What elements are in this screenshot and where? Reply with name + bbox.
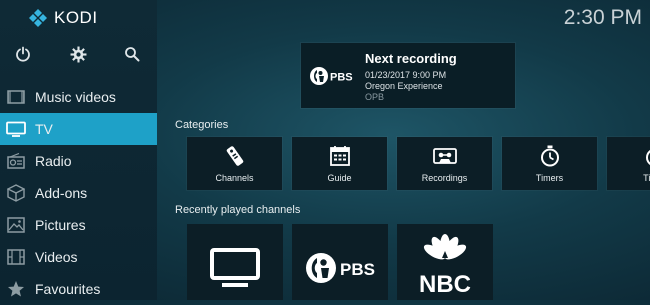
sidebar: KODI Music videos bbox=[0, 0, 157, 300]
category-label: Guide bbox=[292, 173, 387, 183]
music-video-icon bbox=[6, 87, 26, 107]
category-label: Timers bbox=[502, 173, 597, 183]
sidebar-item-music-videos[interactable]: Music videos bbox=[0, 81, 157, 113]
timer-icon bbox=[502, 145, 597, 167]
pictures-icon bbox=[6, 215, 26, 235]
next-recording-widget[interactable]: PBS Next recording 01/23/2017 9:00 PM Or… bbox=[301, 43, 515, 108]
search-icon[interactable] bbox=[120, 42, 144, 66]
sidebar-item-label: Radio bbox=[35, 153, 72, 169]
sidebar-item-label: Music videos bbox=[35, 89, 116, 105]
pbs-logo: PBS bbox=[309, 65, 357, 92]
category-tile-recordings[interactable]: Recordings bbox=[397, 137, 492, 190]
tv-icon bbox=[210, 248, 260, 288]
radio-icon bbox=[6, 151, 26, 171]
sidebar-item-favourites[interactable]: Favourites bbox=[0, 273, 157, 305]
sidebar-item-addons[interactable]: Add-ons bbox=[0, 177, 157, 209]
category-label: Channels bbox=[187, 173, 282, 183]
category-tile-guide[interactable]: Guide bbox=[292, 137, 387, 190]
sidebar-item-videos[interactable]: Videos bbox=[0, 241, 157, 273]
sidebar-item-label: TV bbox=[35, 121, 53, 137]
film-icon bbox=[6, 247, 26, 267]
category-tile-channels[interactable]: Channels bbox=[187, 137, 282, 190]
nbc-logo-text: NBC bbox=[419, 271, 471, 298]
categories-heading: Categories bbox=[175, 119, 228, 131]
pbs-logo-text: PBS bbox=[340, 260, 375, 279]
channel-tile-tv[interactable] bbox=[187, 224, 283, 300]
sidebar-item-pictures[interactable]: Pictures bbox=[0, 209, 157, 241]
sidebar-item-radio[interactable]: Radio bbox=[0, 145, 157, 177]
channel-tile-pbs[interactable]: PBS bbox=[292, 224, 388, 300]
recording-channel: OPB bbox=[365, 92, 384, 102]
category-tile-timers[interactable]: Timers bbox=[502, 137, 597, 190]
sidebar-item-tv[interactable]: TV bbox=[0, 113, 157, 145]
category-label: Recordings bbox=[397, 173, 492, 183]
channel-tile-nbc[interactable]: NBC bbox=[397, 224, 493, 300]
timer-icon bbox=[607, 145, 650, 167]
category-tile-timer-rules[interactable]: Timer bbox=[607, 137, 650, 190]
top-icon-bar bbox=[0, 42, 157, 66]
pbs-logo-text: PBS bbox=[330, 72, 353, 84]
category-label: Timer bbox=[607, 173, 650, 183]
pbs-logo: PBS bbox=[304, 248, 376, 288]
recording-program: Oregon Experience bbox=[365, 81, 443, 91]
power-icon[interactable] bbox=[11, 42, 35, 66]
brand-name: KODI bbox=[54, 8, 98, 28]
sidebar-item-label: Pictures bbox=[35, 217, 86, 233]
next-recording-title: Next recording bbox=[365, 51, 457, 66]
remote-icon bbox=[187, 145, 282, 167]
nbc-peacock-logo: NBC bbox=[405, 232, 485, 298]
guide-icon bbox=[292, 145, 387, 167]
sidebar-item-label: Videos bbox=[35, 249, 78, 265]
kodi-logo-icon bbox=[28, 8, 48, 28]
star-icon bbox=[6, 279, 26, 299]
recent-channels-heading: Recently played channels bbox=[175, 204, 300, 216]
recording-datetime: 01/23/2017 9:00 PM bbox=[365, 70, 446, 80]
kodi-logo[interactable]: KODI bbox=[28, 8, 98, 28]
addons-box-icon bbox=[6, 183, 26, 203]
sidebar-item-label: Add-ons bbox=[35, 185, 87, 201]
clock: 2:30 PM bbox=[564, 6, 642, 30]
sidebar-item-label: Favourites bbox=[35, 281, 100, 297]
main-menu: Music videos TV Radio Add-ons Pictures bbox=[0, 81, 157, 305]
gear-icon[interactable] bbox=[66, 42, 90, 66]
tv-icon bbox=[6, 119, 26, 139]
cassette-icon bbox=[397, 145, 492, 167]
